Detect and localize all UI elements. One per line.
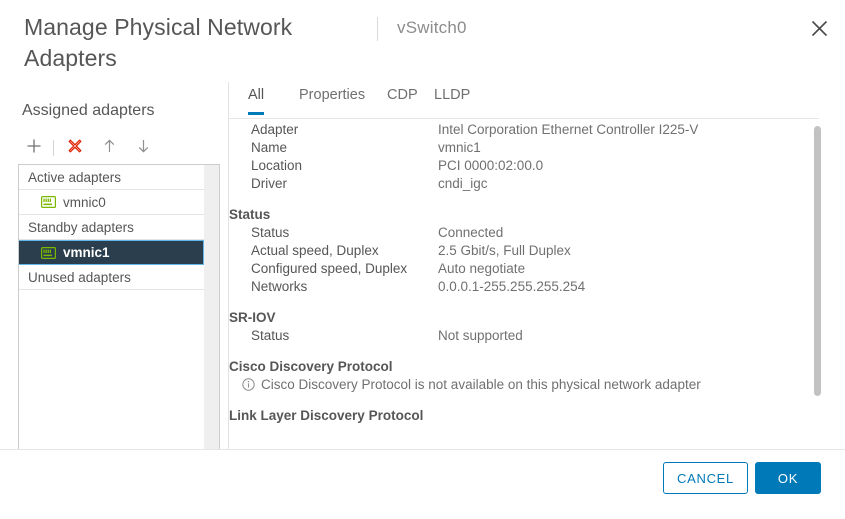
section-heading-lldp: Link Layer Discovery Protocol xyxy=(229,407,424,423)
detail-tabs: All Properties CDP LLDP xyxy=(229,87,819,119)
detail-row-location: Location PCI 0000:02:00.0 xyxy=(229,156,809,174)
cdp-unavailable-note: Cisco Discovery Protocol is not availabl… xyxy=(229,375,809,393)
section-heading-status: Status xyxy=(229,206,271,222)
detail-row-driver: Driver cndi_igc xyxy=(229,174,809,192)
section-heading-sriov: SR-IOV xyxy=(229,309,276,325)
detail-row-adapter: Adapter Intel Corporation Ethernet Contr… xyxy=(229,120,809,138)
close-button[interactable] xyxy=(804,13,834,43)
network-adapter-icon xyxy=(41,246,57,259)
add-adapter-button[interactable] xyxy=(20,135,48,161)
adapter-group-standby: Standby adapters xyxy=(19,215,204,240)
adapter-detail-content: Adapter Intel Corporation Ethernet Contr… xyxy=(229,120,809,424)
detail-value: vmnic1 xyxy=(438,139,481,155)
tab-cdp[interactable]: CDP xyxy=(387,87,418,112)
move-up-button[interactable] xyxy=(95,135,123,161)
detail-row-networks: Networks 0.0.0.1-255.255.255.254 xyxy=(229,277,809,295)
detail-value: 2.5 Gbit/s, Full Duplex xyxy=(438,242,571,258)
move-down-button[interactable] xyxy=(129,135,157,161)
section-spacer-3 xyxy=(229,344,809,357)
general-info-list: Adapter Intel Corporation Ethernet Contr… xyxy=(229,120,809,192)
detail-key: Name xyxy=(251,139,288,155)
manage-physical-network-adapters-dialog: Manage Physical Network Adapters vSwitch… xyxy=(0,0,845,519)
detail-key: Driver xyxy=(251,175,287,191)
detail-value: Intel Corporation Ethernet Controller I2… xyxy=(438,121,699,137)
adapter-group-active: Active adapters xyxy=(19,165,204,190)
list-item-label: vmnic0 xyxy=(63,194,106,210)
detail-value: PCI 0000:02:00.0 xyxy=(438,157,544,173)
tab-properties[interactable]: Properties xyxy=(299,87,365,112)
assigned-adapters-title: Assigned adapters xyxy=(22,102,155,119)
arrow-down-icon xyxy=(136,138,151,159)
assigned-adapters-panel: Assigned adapters Active adapters vmnic0… xyxy=(0,82,228,519)
adapter-group-label: Standby adapters xyxy=(28,219,134,235)
adapter-detail-panel: All Properties CDP LLDP Adapter Intel Co… xyxy=(229,82,845,450)
detail-scrollbar-thumb[interactable] xyxy=(814,126,821,396)
detail-key: Adapter xyxy=(251,121,299,137)
network-adapter-icon xyxy=(41,196,57,209)
status-list: Status Connected Actual speed, Duplex 2.… xyxy=(229,223,809,295)
tabs-underline xyxy=(229,118,819,119)
detail-value: Auto negotiate xyxy=(438,260,526,276)
close-icon xyxy=(811,20,828,37)
list-item-vmnic0[interactable]: vmnic0 xyxy=(19,190,204,215)
tab-all[interactable]: All xyxy=(248,87,265,115)
detail-key: Status xyxy=(251,224,290,240)
detail-key: Actual speed, Duplex xyxy=(251,242,379,258)
adapters-toolbar xyxy=(20,134,210,162)
detail-key: Networks xyxy=(251,278,308,294)
arrow-up-icon xyxy=(102,138,117,159)
detail-row-status: Status Connected xyxy=(229,223,809,241)
cancel-button[interactable]: CANCEL xyxy=(663,462,748,494)
info-icon xyxy=(242,377,255,391)
dialog-header: Manage Physical Network Adapters vSwitch… xyxy=(0,0,845,82)
section-spacer-2 xyxy=(229,295,809,308)
remove-x-icon xyxy=(67,138,83,159)
section-spacer-4 xyxy=(229,393,809,406)
detail-value: Not supported xyxy=(438,327,523,343)
list-item-vmnic1[interactable]: vmnic1 xyxy=(19,240,204,265)
plus-icon xyxy=(26,138,42,159)
toolbar-separator xyxy=(53,140,54,156)
detail-key: Location xyxy=(251,157,303,173)
detail-row-sriov-status: Status Not supported xyxy=(229,326,809,344)
header-subtitle: vSwitch0 xyxy=(397,18,467,37)
cdp-note-text: Cisco Discovery Protocol is not availabl… xyxy=(261,376,701,392)
ok-button[interactable]: OK xyxy=(755,462,821,494)
detail-value: cndi_igc xyxy=(438,175,488,191)
detail-row-actual-speed: Actual speed, Duplex 2.5 Gbit/s, Full Du… xyxy=(229,241,809,259)
dialog-footer: CANCEL OK xyxy=(0,449,845,519)
list-item-label: vmnic1 xyxy=(63,245,110,260)
adapter-group-label: Active adapters xyxy=(28,169,122,185)
section-heading-cdp: Cisco Discovery Protocol xyxy=(229,358,393,374)
adapter-group-label: Unused adapters xyxy=(28,269,131,285)
detail-key: Status xyxy=(251,327,290,343)
adapter-detail-scroll-area: Adapter Intel Corporation Ethernet Contr… xyxy=(229,120,820,437)
adapter-group-unused: Unused adapters xyxy=(19,265,204,290)
detail-value: Connected xyxy=(438,224,504,240)
detail-row-name: Name vmnic1 xyxy=(229,138,809,156)
detail-key: Configured speed, Duplex xyxy=(251,260,408,276)
detail-row-configured-speed: Configured speed, Duplex Auto negotiate xyxy=(229,259,809,277)
sriov-list: Status Not supported xyxy=(229,326,809,344)
header-divider xyxy=(377,17,378,41)
tab-lldp[interactable]: LLDP xyxy=(434,87,470,112)
detail-value: 0.0.0.1-255.255.255.254 xyxy=(438,278,586,294)
page-title: Manage Physical Network Adapters xyxy=(24,14,293,71)
remove-adapter-button[interactable] xyxy=(61,135,89,161)
